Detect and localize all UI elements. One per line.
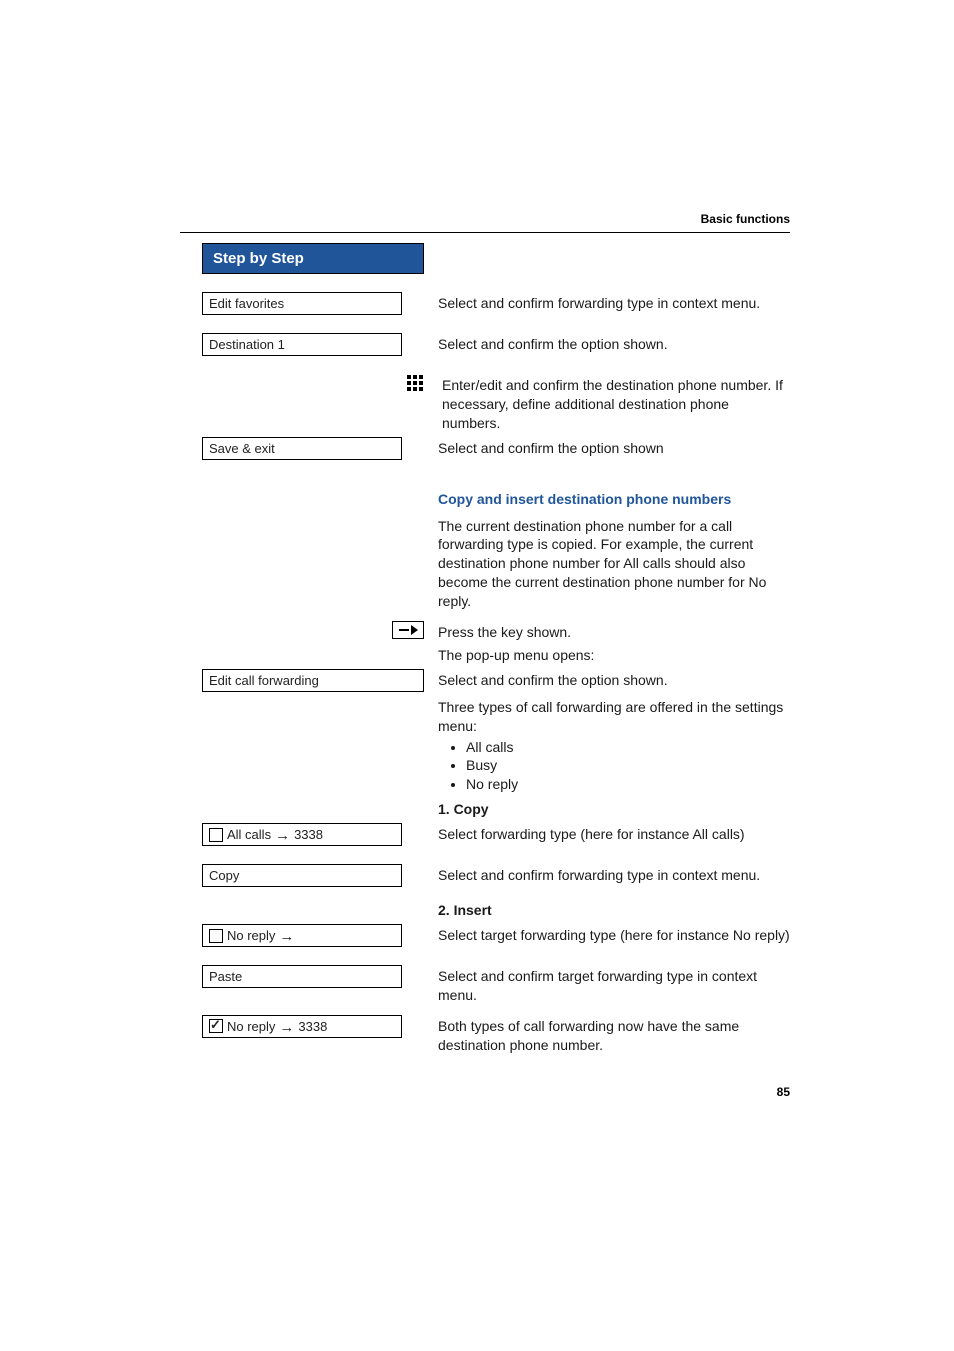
arrow-right-icon: →: [279, 929, 294, 944]
forward-arrow-key-icon: [392, 621, 424, 639]
body-text: The pop-up menu opens:: [424, 646, 790, 665]
body-text: Select and confirm target forwarding typ…: [424, 965, 790, 1005]
option-number: 3338: [294, 827, 323, 842]
body-text: Select target forwarding type (here for …: [424, 924, 790, 947]
option-label: Paste: [209, 969, 242, 984]
header-divider: [180, 232, 790, 233]
body-text: Select and confirm the option shown: [424, 437, 790, 460]
list-item: No reply: [466, 775, 790, 794]
option-label: No reply: [227, 1019, 275, 1034]
option-no-reply-result[interactable]: No reply → 3338: [202, 1015, 402, 1038]
step-by-step-header: Step by Step: [202, 243, 424, 274]
option-edit-favorites[interactable]: Edit favorites: [202, 292, 402, 315]
option-edit-call-forwarding[interactable]: Edit call forwarding: [202, 669, 424, 692]
page-number: 85: [777, 1085, 790, 1099]
option-destination-1[interactable]: Destination 1: [202, 333, 402, 356]
subheading-copy-insert: Copy and insert destination phone number…: [438, 490, 790, 509]
keypad-icon: [406, 374, 424, 392]
body-text: Select and confirm the option shown.: [424, 333, 790, 356]
option-label: All calls: [227, 827, 271, 842]
body-text: Enter/edit and confirm the destination p…: [428, 374, 790, 433]
header-section: Basic functions: [701, 212, 790, 226]
option-label: Save & exit: [209, 441, 275, 456]
list-item: Busy: [466, 756, 790, 775]
checkbox-unchecked-icon: [209, 828, 223, 842]
option-label: Edit call forwarding: [209, 673, 319, 688]
option-label: Destination 1: [209, 337, 285, 352]
option-no-reply[interactable]: No reply →: [202, 924, 402, 947]
body-text: Select and confirm the option shown.: [424, 669, 790, 692]
arrow-right-icon: →: [279, 1020, 294, 1035]
body-text: Both types of call forwarding now have t…: [424, 1015, 790, 1055]
list-item: All calls: [466, 738, 790, 757]
body-text: The current destination phone number for…: [438, 517, 790, 611]
body-text: Select and confirm forwarding type in co…: [424, 292, 790, 315]
body-text: Select forwarding type (here for instanc…: [424, 823, 790, 846]
option-label: Copy: [209, 868, 239, 883]
option-save-exit[interactable]: Save & exit: [202, 437, 402, 460]
body-text: Press the key shown.: [424, 621, 790, 642]
arrow-right-icon: →: [275, 828, 290, 843]
option-paste[interactable]: Paste: [202, 965, 402, 988]
subheading-insert: 2. Insert: [438, 901, 790, 920]
body-text: Three types of call forwarding are offer…: [438, 698, 790, 736]
body-text: Select and confirm forwarding type in co…: [424, 864, 790, 887]
subheading-copy: 1. Copy: [438, 800, 790, 819]
option-label: No reply: [227, 928, 275, 943]
option-all-calls[interactable]: All calls → 3338: [202, 823, 402, 846]
forwarding-types-list: All calls Busy No reply: [438, 738, 790, 795]
option-copy[interactable]: Copy: [202, 864, 402, 887]
option-label: Edit favorites: [209, 296, 284, 311]
checkbox-checked-icon: [209, 1019, 223, 1033]
option-number: 3338: [298, 1019, 327, 1034]
checkbox-unchecked-icon: [209, 929, 223, 943]
